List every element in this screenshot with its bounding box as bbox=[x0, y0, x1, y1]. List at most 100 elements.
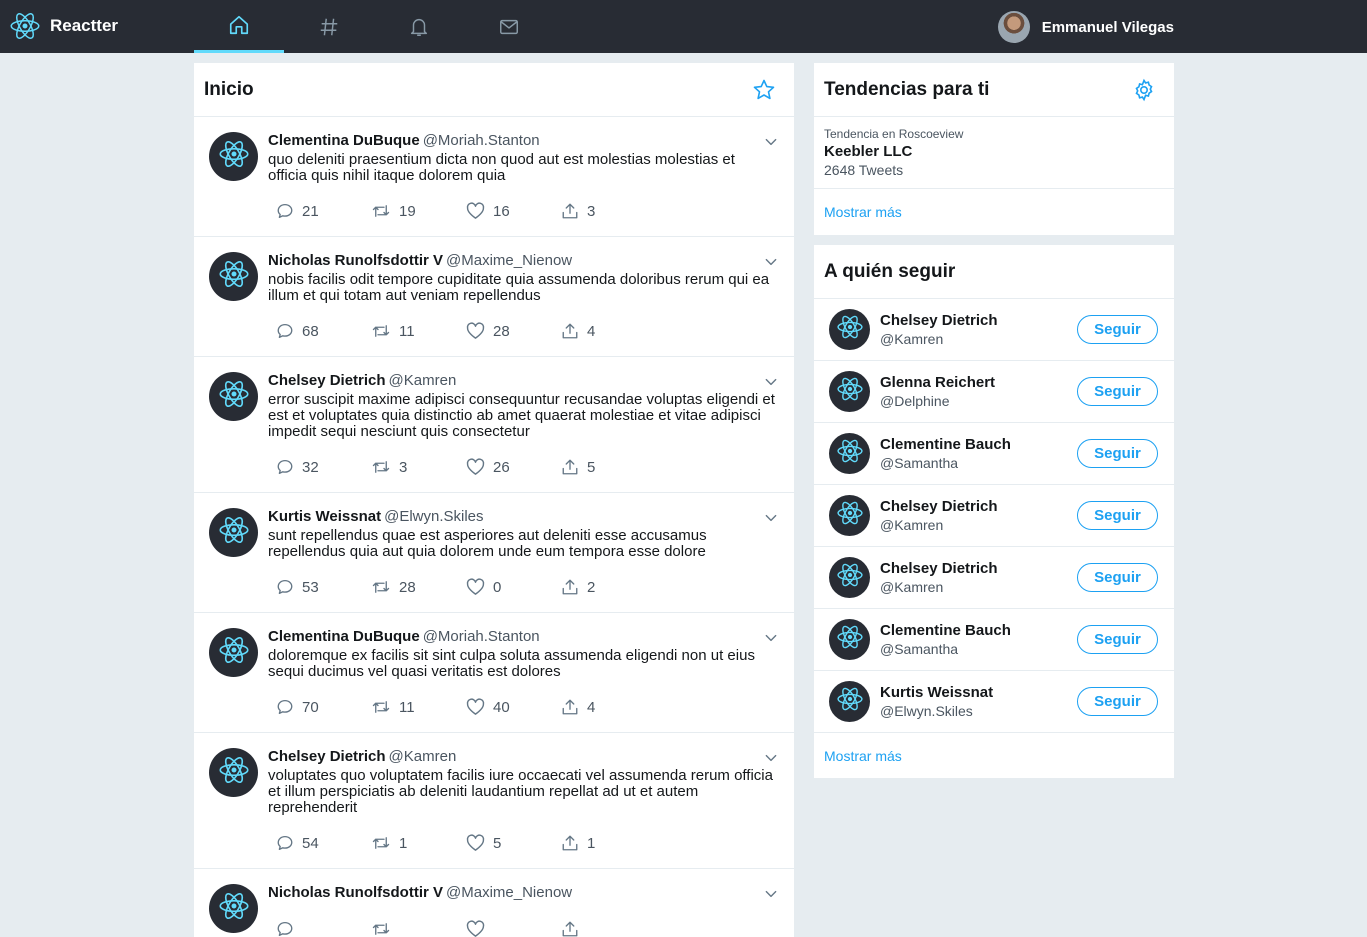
avatar[interactable] bbox=[829, 433, 870, 474]
follow-button[interactable]: Seguir bbox=[1077, 687, 1158, 716]
retweet-button[interactable]: 11 bbox=[371, 322, 466, 340]
chevron-down-icon[interactable] bbox=[764, 511, 778, 525]
tweet-author-handle[interactable]: @Maxime_Nienow bbox=[446, 252, 572, 269]
avatar[interactable] bbox=[209, 508, 258, 557]
follow-button[interactable]: Seguir bbox=[1077, 563, 1158, 592]
follow-show-more-link[interactable]: Mostrar más bbox=[814, 733, 1174, 779]
follow-user-name[interactable]: Chelsey Dietrich bbox=[880, 559, 1077, 578]
reply-button[interactable]: 68 bbox=[276, 322, 371, 340]
chevron-down-icon[interactable] bbox=[764, 135, 778, 149]
share-button[interactable]: 2 bbox=[561, 578, 656, 596]
tab-home[interactable] bbox=[194, 0, 284, 53]
share-button[interactable]: 4 bbox=[561, 322, 656, 340]
tweet-author-name[interactable]: Nicholas Runolfsdottir V bbox=[268, 884, 443, 901]
tweet-author-handle[interactable]: @Kamren bbox=[389, 372, 457, 389]
chevron-down-icon[interactable] bbox=[764, 887, 778, 901]
user-menu[interactable]: Emmanuel Vilegas bbox=[997, 10, 1174, 44]
tweet[interactable]: Clementina DuBuque @Moriah.Stanton quo de… bbox=[194, 117, 794, 237]
avatar[interactable] bbox=[829, 371, 870, 412]
tweet-author-name[interactable]: Clementina DuBuque bbox=[268, 132, 420, 149]
like-button[interactable]: 0 bbox=[466, 578, 561, 596]
tweet-author-name[interactable]: Chelsey Dietrich bbox=[268, 748, 386, 765]
follow-suggestion[interactable]: Glenna Reichert @Delphine Seguir bbox=[814, 361, 1174, 423]
tweet[interactable]: Clementina DuBuque @Moriah.Stanton dolore… bbox=[194, 613, 794, 733]
reply-button[interactable]: 21 bbox=[276, 202, 371, 220]
chevron-down-icon[interactable] bbox=[764, 631, 778, 645]
avatar[interactable] bbox=[997, 11, 1030, 43]
share-button[interactable]: 1 bbox=[561, 834, 656, 852]
follow-suggestion[interactable]: Chelsey Dietrich @Kamren Seguir bbox=[814, 485, 1174, 547]
follow-suggestion[interactable]: Kurtis Weissnat @Elwyn.Skiles Seguir bbox=[814, 671, 1174, 733]
reply-button[interactable] bbox=[276, 920, 371, 937]
reply-button[interactable]: 70 bbox=[276, 698, 371, 716]
follow-user-name[interactable]: Clementine Bauch bbox=[880, 621, 1077, 640]
like-button[interactable]: 5 bbox=[466, 834, 561, 852]
chevron-down-icon[interactable] bbox=[764, 375, 778, 389]
share-button[interactable]: 5 bbox=[561, 458, 656, 476]
tweet[interactable]: Chelsey Dietrich @Kamren voluptates quo v… bbox=[194, 733, 794, 869]
follow-button[interactable]: Seguir bbox=[1077, 501, 1158, 530]
follow-suggestion[interactable]: Chelsey Dietrich @Kamren Seguir bbox=[814, 299, 1174, 361]
avatar[interactable] bbox=[829, 681, 870, 722]
tweet-author-name[interactable]: Kurtis Weissnat bbox=[268, 508, 381, 525]
avatar[interactable] bbox=[209, 132, 258, 181]
tweet[interactable]: Kurtis Weissnat @Elwyn.Skiles sunt repell… bbox=[194, 493, 794, 613]
like-button[interactable] bbox=[466, 920, 561, 937]
avatar[interactable] bbox=[829, 495, 870, 536]
reply-button[interactable]: 54 bbox=[276, 834, 371, 852]
follow-button[interactable]: Seguir bbox=[1077, 315, 1158, 344]
tweet-author-name[interactable]: Chelsey Dietrich bbox=[268, 372, 386, 389]
share-button[interactable]: 3 bbox=[561, 202, 656, 220]
like-button[interactable]: 28 bbox=[466, 322, 561, 340]
follow-user-name[interactable]: Chelsey Dietrich bbox=[880, 497, 1077, 516]
chevron-down-icon[interactable] bbox=[764, 751, 778, 765]
avatar[interactable] bbox=[829, 309, 870, 350]
follow-user-name[interactable]: Kurtis Weissnat bbox=[880, 683, 1077, 702]
like-button[interactable]: 26 bbox=[466, 458, 561, 476]
tweet-author-name[interactable]: Nicholas Runolfsdottir V bbox=[268, 252, 443, 269]
follow-suggestion[interactable]: Clementine Bauch @Samantha Seguir bbox=[814, 423, 1174, 485]
trend-item[interactable]: Tendencia en Roscoeview Keebler LLC 2648… bbox=[814, 117, 1174, 189]
avatar[interactable] bbox=[209, 252, 258, 301]
avatar[interactable] bbox=[829, 619, 870, 660]
tweet-author-handle[interactable]: @Elwyn.Skiles bbox=[384, 508, 483, 525]
follow-button[interactable]: Seguir bbox=[1077, 377, 1158, 406]
follow-button[interactable]: Seguir bbox=[1077, 439, 1158, 468]
gear-icon[interactable] bbox=[1132, 78, 1156, 102]
follow-user-name[interactable]: Glenna Reichert bbox=[880, 373, 1077, 392]
tab-explore[interactable] bbox=[284, 0, 374, 53]
tweet[interactable]: Nicholas Runolfsdottir V @Maxime_Nienow n… bbox=[194, 237, 794, 357]
like-button[interactable]: 16 bbox=[466, 202, 561, 220]
star-icon[interactable] bbox=[752, 78, 776, 102]
retweet-button[interactable]: 28 bbox=[371, 578, 466, 596]
like-button[interactable]: 40 bbox=[466, 698, 561, 716]
retweet-button[interactable] bbox=[371, 920, 466, 937]
avatar[interactable] bbox=[209, 748, 258, 797]
avatar[interactable] bbox=[829, 557, 870, 598]
avatar[interactable] bbox=[209, 372, 258, 421]
chevron-down-icon[interactable] bbox=[764, 255, 778, 269]
avatar[interactable] bbox=[209, 628, 258, 677]
reply-button[interactable]: 53 bbox=[276, 578, 371, 596]
tweet-author-handle[interactable]: @Maxime_Nienow bbox=[446, 884, 572, 901]
follow-button[interactable]: Seguir bbox=[1077, 625, 1158, 654]
tweet[interactable]: Nicholas Runolfsdottir V @Maxime_Nienow bbox=[194, 869, 794, 937]
tweet-author-handle[interactable]: @Kamren bbox=[389, 748, 457, 765]
tweet-author-name[interactable]: Clementina DuBuque bbox=[268, 628, 420, 645]
trends-show-more-link[interactable]: Mostrar más bbox=[814, 189, 1174, 235]
retweet-button[interactable]: 19 bbox=[371, 202, 466, 220]
avatar[interactable] bbox=[209, 884, 258, 933]
tweet[interactable]: Chelsey Dietrich @Kamren error suscipit m… bbox=[194, 357, 794, 493]
retweet-button[interactable]: 1 bbox=[371, 834, 466, 852]
tab-messages[interactable] bbox=[464, 0, 554, 53]
retweet-button[interactable]: 11 bbox=[371, 698, 466, 716]
share-button[interactable]: 4 bbox=[561, 698, 656, 716]
retweet-button[interactable]: 3 bbox=[371, 458, 466, 476]
follow-suggestion[interactable]: Clementine Bauch @Samantha Seguir bbox=[814, 609, 1174, 671]
tweet-author-handle[interactable]: @Moriah.Stanton bbox=[423, 132, 540, 149]
follow-user-name[interactable]: Clementine Bauch bbox=[880, 435, 1077, 454]
follow-suggestion[interactable]: Chelsey Dietrich @Kamren Seguir bbox=[814, 547, 1174, 609]
tweet-author-handle[interactable]: @Moriah.Stanton bbox=[423, 628, 540, 645]
tab-notifications[interactable] bbox=[374, 0, 464, 53]
share-button[interactable] bbox=[561, 920, 656, 937]
